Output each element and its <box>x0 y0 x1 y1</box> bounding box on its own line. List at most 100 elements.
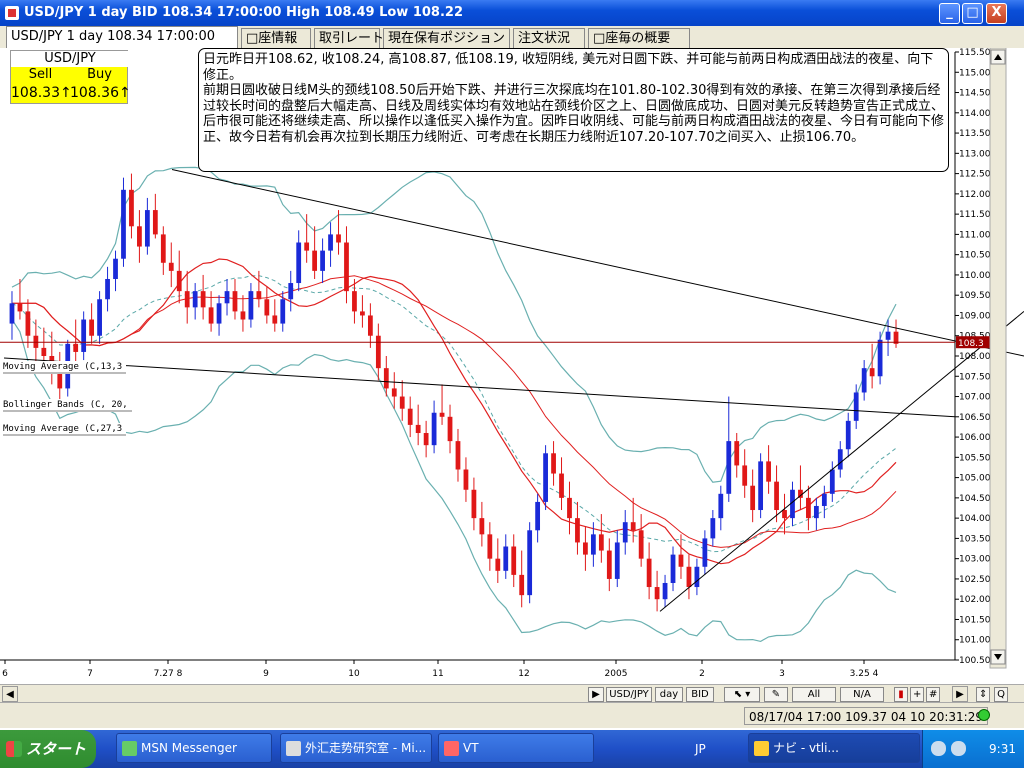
task-vt[interactable]: VT <box>438 733 594 763</box>
crosshair-icon[interactable]: + <box>910 687 924 702</box>
candle <box>527 522 533 604</box>
ticker-box[interactable]: USD/JPY Sell Buy 108.33↑ 108.36↑ <box>10 50 131 104</box>
y-tick-label: 115.00 <box>959 68 991 78</box>
navi-icon <box>754 741 769 756</box>
buy-price[interactable]: 108.36↑ <box>70 83 131 103</box>
y-tick-label: 105.50 <box>959 453 991 463</box>
app-icon <box>5 6 19 20</box>
play-icon[interactable]: ▶ <box>588 687 604 702</box>
window-title: USD/JPY 1 day BID 108.34 17:00:00 High 1… <box>24 5 463 20</box>
y-tick-label: 110.00 <box>959 271 991 281</box>
task-label: VT <box>463 741 479 755</box>
draw-tool-icon[interactable]: ✎ <box>764 687 788 702</box>
candle <box>543 445 548 511</box>
ticker-symbol: USD/JPY <box>11 51 129 67</box>
y-tick-label: 101.00 <box>959 636 991 646</box>
indicator-label-ma13[interactable]: Moving Average (C,13,3 <box>3 361 127 374</box>
na-button[interactable]: N/A <box>840 687 884 702</box>
maximize-button[interactable]: □ <box>962 3 983 24</box>
analysis-comment: 日元昨日开108.62, 收108.24, 高108.87, 低108.19, … <box>198 48 949 172</box>
y-tick-label: 107.50 <box>959 372 991 382</box>
y-tick-label: 113.50 <box>959 129 991 139</box>
y-tick-label: 109.50 <box>959 291 991 301</box>
y-tick-label: 102.00 <box>959 595 991 605</box>
cursor-tool-icon[interactable]: ⬉ ▾ <box>724 687 760 702</box>
tab-chart[interactable]: USD/JPY 1 day 108.34 17:00:00 <box>6 26 238 48</box>
y-tick-label: 114.00 <box>959 109 991 119</box>
title-bar: USD/JPY 1 day BID 108.34 17:00:00 High 1… <box>0 0 1024 26</box>
y-tick-label: 100.50 <box>959 656 991 666</box>
volume-icon[interactable] <box>951 741 966 756</box>
bid-button[interactable]: BID <box>686 687 714 702</box>
windows-logo-icon <box>6 741 22 757</box>
vt-icon <box>444 741 459 756</box>
y-tick-label: 109.00 <box>959 311 991 321</box>
y-tick-label: 112.00 <box>959 190 991 200</box>
x-tick-label: 9 <box>263 669 269 679</box>
y-tick-label: 104.00 <box>959 514 991 524</box>
status-bar: 08/17/04 17:00 109.37 04 10 20:31:29 <box>0 702 1024 728</box>
task-browser[interactable]: 外汇走势研究室 - Mi... <box>280 733 432 763</box>
browser-icon <box>286 741 301 756</box>
y-tick-label: 106.50 <box>959 413 991 423</box>
start-button[interactable]: スタート <box>0 730 96 768</box>
tab-orders[interactable]: 注文状況 <box>513 28 585 48</box>
y-tick-label: 101.50 <box>959 615 991 625</box>
y-tick-label: 105.00 <box>959 474 991 484</box>
candle <box>758 453 764 519</box>
x-tick-label: 7 <box>87 669 93 679</box>
x-tick-label: 12 <box>518 669 529 679</box>
period-button[interactable]: day <box>655 687 683 702</box>
zoom-icon[interactable]: Q <box>994 687 1008 702</box>
clock: 9:31 <box>989 742 1016 756</box>
y-tick-label: 107.00 <box>959 393 991 403</box>
y-tick-label: 110.50 <box>959 251 991 261</box>
tab-bar: USD/JPY 1 day 108.34 17:00:00 □座情報 取引レート… <box>0 26 1024 48</box>
indicator-label-bollinger[interactable]: Bollinger Bands (C, 20, <box>3 399 132 412</box>
task-navi[interactable]: ナビ - vtli... <box>748 733 920 763</box>
fit-icon[interactable]: ⇕ <box>976 687 990 702</box>
x-tick-label: 2 <box>699 669 705 679</box>
tab-account-summary[interactable]: □座毎の概要 <box>588 28 690 48</box>
y-tick-label: 106.00 <box>959 433 991 443</box>
connection-icon <box>978 709 990 721</box>
sell-label: Sell <box>28 67 53 82</box>
task-label: MSN Messenger <box>141 741 237 755</box>
y-tick-label: 103.50 <box>959 534 991 544</box>
close-button[interactable]: X <box>986 3 1007 24</box>
y-tick-label: 103.00 <box>959 555 991 565</box>
taskbar: スタート MSN Messenger 外汇走势研究室 - Mi... VT JP… <box>0 730 1024 768</box>
scroll-right-icon[interactable]: ▶ <box>952 686 968 702</box>
bar-type-icon[interactable]: ▮ <box>894 687 908 702</box>
start-label: スタート <box>26 740 87 758</box>
scroll-left-icon[interactable]: ◀ <box>2 686 18 702</box>
y-tick-label: 111.50 <box>959 210 991 220</box>
grid-icon[interactable]: # <box>926 687 940 702</box>
tab-account-info[interactable]: □座情報 <box>241 28 311 48</box>
task-msn[interactable]: MSN Messenger <box>116 733 272 763</box>
y-tick-label: 104.50 <box>959 494 991 504</box>
comment-paragraph-2: 前期日圆收破日线M头的颈线108.50后开始下跌、并进行三次探底均在101.80… <box>203 83 945 145</box>
buy-label: Buy <box>87 67 112 82</box>
app-window: USD/JPY 1 day BID 108.34 17:00:00 High 1… <box>0 0 1024 730</box>
y-tick-label: 102.50 <box>959 575 991 585</box>
minimize-button[interactable]: _ <box>939 3 960 24</box>
y-tick-label: 111.00 <box>959 230 991 240</box>
comment-paragraph-1: 日元昨日开108.62, 收108.24, 高108.87, 低108.19, … <box>203 52 934 83</box>
symbol-button[interactable]: USD/JPY <box>606 687 652 702</box>
tab-positions[interactable]: 現在保有ポジション <box>383 28 510 48</box>
x-tick-label: 7.27 8 <box>154 669 183 679</box>
x-tick-label: 6 <box>2 669 8 679</box>
horizontal-scrollbar[interactable]: ◀ ▶ ▶ USD/JPY day BID ⬉ ▾ ✎ All N/A ▮ + … <box>0 684 1024 702</box>
vertical-scrollbar[interactable] <box>989 48 1007 669</box>
tab-rates[interactable]: 取引レート <box>314 28 384 48</box>
sell-price[interactable]: 108.33↑ <box>11 83 72 103</box>
language-indicator[interactable]: JP <box>695 730 706 768</box>
x-tick-label: 3.25 4 <box>850 669 879 679</box>
candle <box>121 177 126 267</box>
system-tray: 9:31 <box>922 730 1024 768</box>
all-button[interactable]: All <box>792 687 836 702</box>
y-tick-label: 112.50 <box>959 170 991 180</box>
network-icon[interactable] <box>931 741 946 756</box>
indicator-label-ma27[interactable]: Moving Average (C,27,3 <box>3 423 127 436</box>
